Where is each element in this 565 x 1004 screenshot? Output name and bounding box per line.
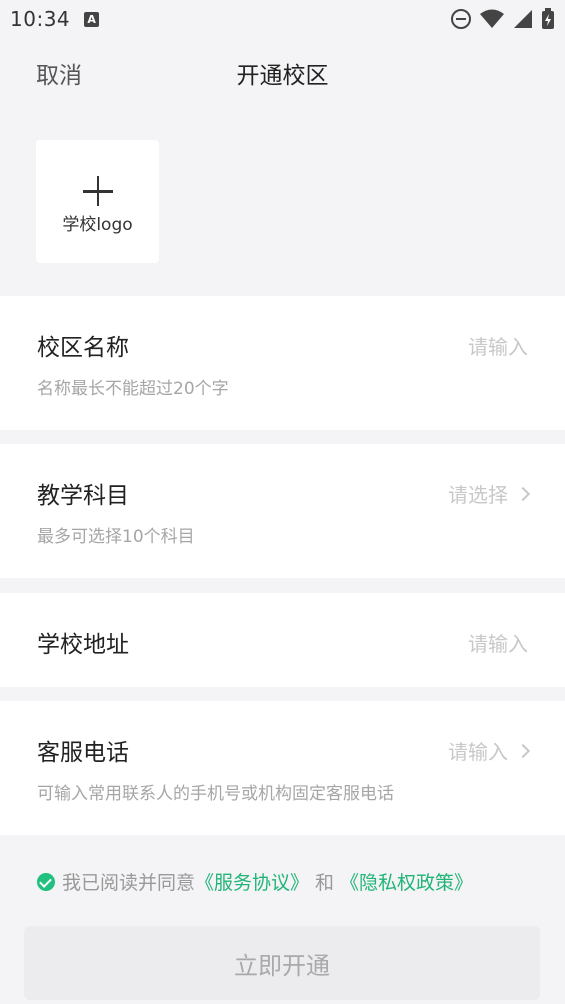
campus-name-input[interactable]: 请输入 bbox=[468, 331, 528, 360]
address-input[interactable]: 请输入 bbox=[468, 628, 528, 657]
signal-icon bbox=[514, 10, 532, 28]
checkbox-checked-icon[interactable] bbox=[37, 872, 55, 891]
wifi-icon bbox=[480, 9, 504, 28]
chevron-right-icon bbox=[515, 743, 531, 758]
plus-icon bbox=[82, 176, 113, 206]
service-agreement-link[interactable]: 《服务协议》 bbox=[195, 868, 309, 895]
agreement-prefix: 我已阅读并同意 bbox=[62, 872, 196, 894]
campus-name-hint: 名称最长不能超过20个字 bbox=[37, 379, 229, 399]
battery-charging-icon bbox=[542, 8, 554, 29]
a-notification-icon: A bbox=[84, 11, 100, 27]
page-title: 开通校区 bbox=[236, 63, 329, 89]
chevron-right-icon bbox=[515, 486, 531, 501]
subjects-select[interactable]: 请选择 bbox=[448, 479, 531, 508]
campus-name-label: 校区名称 bbox=[37, 335, 129, 361]
phone-field[interactable]: 客服电话 请输入 可输入常用联系人的手机号或机构固定客服电话 bbox=[0, 701, 565, 835]
phone-input[interactable]: 请输入 bbox=[448, 736, 531, 765]
dnd-icon bbox=[451, 9, 471, 29]
status-icons bbox=[451, 8, 555, 30]
nav-bar: 取消 开通校区 bbox=[0, 50, 565, 96]
phone-hint: 可输入常用联系人的手机号或机构固定客服电话 bbox=[37, 784, 394, 804]
campus-name-field[interactable]: 校区名称 请输入 名称最长不能超过20个字 bbox=[0, 296, 565, 430]
subjects-field[interactable]: 教学科目 请选择 最多可选择10个科目 bbox=[0, 444, 565, 578]
privacy-policy-link[interactable]: 《隐私权政策》 bbox=[340, 868, 473, 895]
agreement-row: 我已阅读并同意 《服务协议》 和 《隐私权政策》 bbox=[37, 868, 473, 895]
agreement-and: 和 bbox=[315, 872, 335, 894]
phone-placeholder: 请输入 bbox=[448, 740, 508, 764]
status-time: 10:34 bbox=[10, 7, 71, 31]
address-label: 学校地址 bbox=[37, 632, 129, 658]
open-now-button[interactable]: 立即开通 bbox=[24, 926, 540, 1000]
logo-upload-button[interactable]: 学校logo bbox=[36, 140, 159, 263]
status-bar: 10:34 A bbox=[0, 0, 565, 38]
subjects-placeholder: 请选择 bbox=[448, 483, 508, 507]
logo-upload-label: 学校logo bbox=[62, 215, 133, 235]
subjects-hint: 最多可选择10个科目 bbox=[37, 527, 195, 547]
subjects-label: 教学科目 bbox=[37, 483, 129, 509]
phone-label: 客服电话 bbox=[37, 740, 129, 766]
address-field[interactable]: 学校地址 请输入 bbox=[0, 593, 565, 687]
